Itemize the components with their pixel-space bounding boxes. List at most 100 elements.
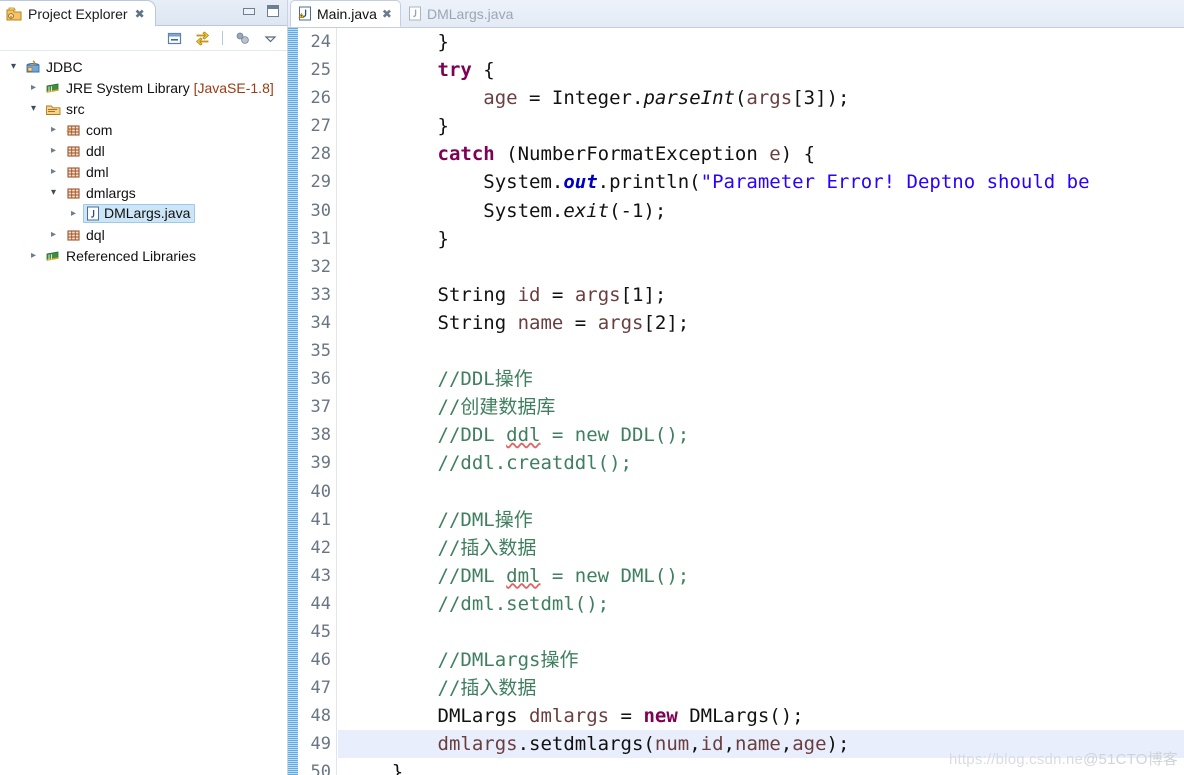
code-line[interactable]: String id = args[1]; <box>338 281 1184 309</box>
line-number: 36 <box>310 369 331 390</box>
code-line[interactable]: //DML dml = new DML(); <box>338 562 1184 590</box>
line-number: 40 <box>310 481 331 502</box>
chevron-right-icon[interactable]: ▸ <box>46 145 61 156</box>
code-line[interactable]: //DDL操作 <box>338 365 1184 393</box>
watermark-brand: @51CTO博客 <box>1083 751 1178 768</box>
code-token: name <box>517 311 564 334</box>
chevron-down-icon[interactable]: ▾ <box>46 187 61 198</box>
change-annotation-ruler[interactable] <box>288 28 298 775</box>
code-token: = <box>540 283 575 306</box>
code-line[interactable]: } <box>338 225 1184 253</box>
code-line[interactable]: //创建数据库 <box>338 393 1184 421</box>
project-explorer-title: Project Explorer <box>28 5 128 22</box>
code-token: catch <box>437 143 495 166</box>
tab-project-explorer[interactable]: Project Explorer ✖ <box>0 0 156 26</box>
code-token: , <box>780 733 793 756</box>
chevron-right-icon[interactable]: ▸ <box>46 166 61 177</box>
code-line[interactable]: //DML操作 <box>338 506 1184 534</box>
chevron-down-icon[interactable] <box>262 30 279 47</box>
tree-item-dmlargs[interactable]: ▾ dmlargs <box>0 182 287 203</box>
code-token: [2]; <box>643 311 690 334</box>
tree-item-src[interactable]: ▾ src <box>0 98 287 119</box>
view-window-buttons <box>241 4 281 18</box>
tree-item-com[interactable]: ▸ com <box>0 119 287 140</box>
line-number: 49 <box>310 734 331 755</box>
chevron-right-icon[interactable]: ▸ <box>66 208 81 219</box>
code-token: = <box>609 705 644 728</box>
code-line[interactable]: } <box>338 112 1184 140</box>
line-number: 46 <box>310 650 331 671</box>
tree-item-jdbc[interactable]: ▾ JDBC <box>0 56 287 77</box>
project-explorer-icon <box>6 6 23 22</box>
code-line[interactable] <box>338 618 1184 646</box>
package-icon <box>65 227 82 243</box>
code-token: } <box>346 761 404 775</box>
code-token: String <box>346 283 518 306</box>
chevron-down-icon[interactable]: ▾ <box>26 103 41 114</box>
code-token: = <box>563 311 598 334</box>
code-token: age <box>792 733 827 756</box>
code-token: { <box>471 59 495 82</box>
selected-row-highlight[interactable]: DMLargs.java <box>83 204 196 223</box>
tree-item-jre-system-library[interactable]: ▸ JRE System Library [JavaSE-1.8] <box>0 77 287 98</box>
code-token: num <box>654 733 690 756</box>
line-number: 47 <box>310 678 331 699</box>
code-line[interactable] <box>338 478 1184 506</box>
chevron-right-icon[interactable]: ▸ <box>26 82 41 93</box>
chevron-down-icon[interactable]: ▾ <box>6 61 21 72</box>
line-number: 42 <box>310 537 331 558</box>
tab-dmlargs-java[interactable]: DMLargs.java <box>401 0 521 27</box>
close-icon[interactable]: ✖ <box>135 8 145 20</box>
code-line[interactable]: //DDL ddl = new DDL(); <box>338 421 1184 449</box>
code-token: DMLargs(); <box>677 705 804 728</box>
code-line[interactable]: //DMLargs操作 <box>338 646 1184 674</box>
line-number: 28 <box>310 144 331 165</box>
code-token: age <box>483 87 518 110</box>
code-line[interactable]: System.out.println("Parameter Error! Dep… <box>338 168 1184 196</box>
line-number: 32 <box>310 256 331 277</box>
code-line[interactable]: } <box>338 28 1184 56</box>
java-file-icon <box>86 206 100 222</box>
code-line[interactable]: DMLargs dmlargs = new DMLargs(); <box>338 702 1184 730</box>
code-line[interactable]: age = Integer.parseInt(args[3]); <box>338 84 1184 112</box>
code-token: parseInt <box>643 87 735 110</box>
code-token: [1]; <box>620 283 667 306</box>
line-number: 27 <box>310 116 331 137</box>
close-icon[interactable]: ✖ <box>382 7 392 21</box>
tree-item-referenced-libraries[interactable]: ▸ Referenced Libraries <box>0 245 287 266</box>
collapse-all-icon[interactable] <box>166 30 183 47</box>
tree-item-dql[interactable]: ▸ dql <box>0 224 287 245</box>
code-token: String <box>346 311 518 334</box>
tree-item-ddl[interactable]: ▸ ddl <box>0 140 287 161</box>
minimize-button[interactable] <box>241 4 257 18</box>
toolbar-separator <box>222 31 223 45</box>
code-token: //插入数据 <box>346 677 537 700</box>
code-line[interactable]: //插入数据 <box>338 534 1184 562</box>
source-code[interactable]: } try { age = Integer.parseInt(args[3]);… <box>338 28 1184 775</box>
project-tree[interactable]: ▾ JDBC ▸ JRE System Library [JavaSE-1.8]… <box>0 51 287 266</box>
tree-item-dml[interactable]: ▸ dml <box>0 161 287 182</box>
tree-item-dmlargs-java[interactable]: ▸ DMLargs.java <box>0 203 287 224</box>
view-menu-icon[interactable] <box>234 30 251 47</box>
code-line[interactable]: //插入数据 <box>338 674 1184 702</box>
tab-main-java[interactable]: Main.java ✖ <box>290 0 401 27</box>
line-number: 41 <box>310 509 331 530</box>
code-line[interactable]: //ddl.creatddl(); <box>338 449 1184 477</box>
code-line[interactable]: //dml.setdml(); <box>338 590 1184 618</box>
maximize-button[interactable] <box>265 4 281 18</box>
eclipse-ide-window: Project Explorer ✖ ▾ JDBC ▸ JRE System L… <box>0 0 1184 775</box>
code-line[interactable] <box>338 253 1184 281</box>
code-line[interactable]: try { <box>338 56 1184 84</box>
link-with-editor-icon[interactable] <box>194 30 211 47</box>
chevron-right-icon[interactable]: ▸ <box>46 229 61 240</box>
code-line[interactable]: System.exit(-1); <box>338 197 1184 225</box>
chevron-right-icon[interactable]: ▸ <box>26 250 41 261</box>
code-token: id <box>517 283 541 306</box>
code-line[interactable] <box>338 337 1184 365</box>
chevron-right-icon[interactable]: ▸ <box>46 124 61 135</box>
code-line[interactable]: String name = args[2]; <box>338 309 1184 337</box>
code-line[interactable]: catch (NumberFormatException e) { <box>338 140 1184 168</box>
project-explorer-toolbar <box>0 26 287 51</box>
